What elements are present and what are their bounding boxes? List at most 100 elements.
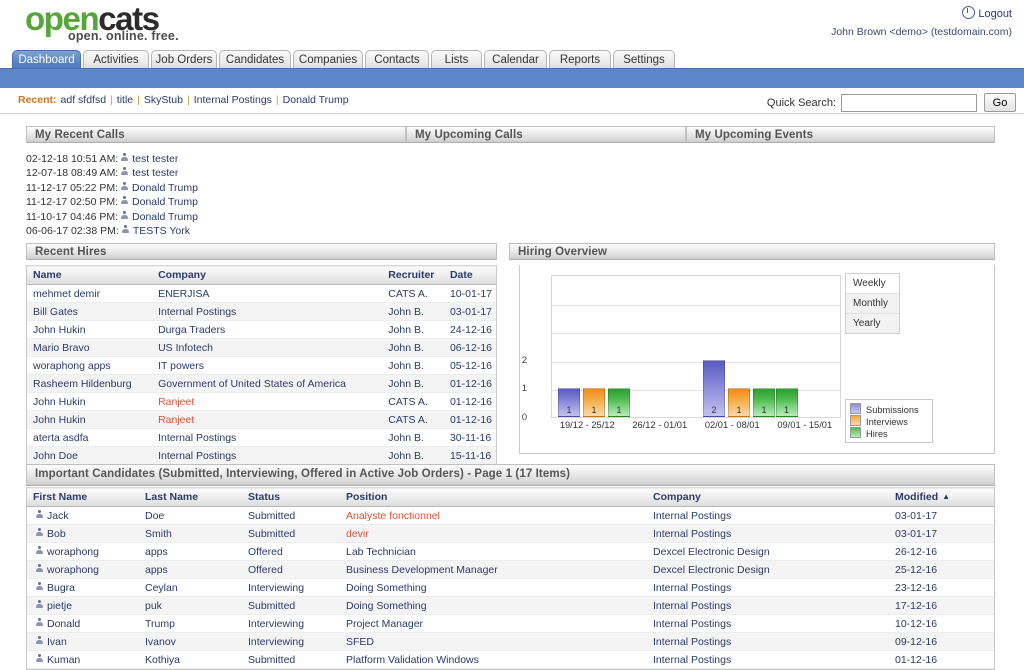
hire-company[interactable]: Internal Postings <box>152 429 382 447</box>
candidate-last-name[interactable]: puk <box>139 597 242 615</box>
hire-company[interactable]: ENERJISA <box>152 285 382 303</box>
hire-company-link[interactable]: Internal Postings <box>158 432 236 444</box>
hire-company-link[interactable]: US Infotech <box>158 342 213 354</box>
call-contact-link[interactable]: TESTS York <box>133 225 190 237</box>
tab-companies[interactable]: Companies <box>293 50 363 69</box>
candidate-first-name[interactable]: pietje <box>27 597 139 615</box>
candidate-company-link[interactable]: Internal Postings <box>653 510 731 522</box>
hire-company[interactable]: Government of United States of America <box>152 375 382 393</box>
tab-job-orders[interactable]: Job Orders <box>151 50 217 69</box>
candidate-position[interactable]: devir <box>340 525 647 543</box>
column-header-first-name[interactable]: First Name <box>27 488 139 507</box>
candidate-position[interactable]: Project Manager <box>340 615 647 633</box>
candidate-company-link[interactable]: Internal Postings <box>653 582 731 594</box>
candidate-last-name-link[interactable]: Trump <box>145 618 175 630</box>
hire-name[interactable]: John Doe <box>27 447 152 465</box>
period-yearly[interactable]: Yearly <box>846 314 899 333</box>
table-row[interactable]: aterta asdfaInternal PostingsJohn B.30-1… <box>27 429 496 447</box>
candidate-last-name[interactable]: Doe <box>139 507 242 525</box>
hire-company-link[interactable]: Internal Postings <box>158 450 236 462</box>
table-row[interactable]: DonaldTrumpInterviewingProject ManagerIn… <box>27 615 994 633</box>
candidate-last-name-link[interactable]: apps <box>145 546 168 558</box>
hire-company-link[interactable]: Ranjeet <box>158 396 194 408</box>
hire-name[interactable]: aterta asdfa <box>27 429 152 447</box>
tab-reports[interactable]: Reports <box>549 50 611 69</box>
candidate-company[interactable]: Internal Postings <box>647 615 889 633</box>
candidate-first-name-link[interactable]: Kuman <box>47 654 80 666</box>
column-header-recruiter[interactable]: Recruiter <box>382 266 444 285</box>
hire-name-link[interactable]: woraphong apps <box>33 360 111 372</box>
call-contact-link[interactable]: Donald Trump <box>132 182 198 194</box>
table-row[interactable]: Mario BravoUS InfotechJohn B.06-12-16 <box>27 339 496 357</box>
candidate-last-name-link[interactable]: Ceylan <box>145 582 178 594</box>
hire-name[interactable]: Rasheem Hildenburg <box>27 375 152 393</box>
candidate-position[interactable]: SFED <box>340 633 647 651</box>
candidate-first-name[interactable]: Jack <box>27 507 139 525</box>
hire-name-link[interactable]: John Hukin <box>33 414 86 426</box>
hire-company[interactable]: Internal Postings <box>152 303 382 321</box>
hire-name[interactable]: mehmet demir <box>27 285 152 303</box>
table-row[interactable]: Bill GatesInternal PostingsJohn B.03-01-… <box>27 303 496 321</box>
candidate-company-link[interactable]: Internal Postings <box>653 636 731 648</box>
recent-link[interactable]: title <box>117 94 133 106</box>
candidate-last-name[interactable]: apps <box>139 561 242 579</box>
recent-link[interactable]: adf sfdfsd <box>61 94 107 106</box>
hire-company[interactable]: Internal Postings <box>152 447 382 465</box>
column-header-status[interactable]: Status <box>242 488 340 507</box>
hire-name-link[interactable]: John Hukin <box>33 324 86 336</box>
candidate-last-name[interactable]: Smith <box>139 525 242 543</box>
hire-company-link[interactable]: ENERJISA <box>158 288 209 300</box>
hire-company[interactable]: Ranjeet <box>152 411 382 429</box>
candidate-last-name[interactable]: Ivanov <box>139 633 242 651</box>
candidate-position-link[interactable]: Lab Technician <box>346 546 416 558</box>
logout-label[interactable]: Logout <box>978 8 1012 20</box>
candidate-last-name-link[interactable]: Kothiya <box>145 654 180 666</box>
candidate-first-name-link[interactable]: Donald <box>47 618 80 630</box>
candidate-company-link[interactable]: Internal Postings <box>653 528 731 540</box>
hire-name-link[interactable]: John Doe <box>33 450 78 462</box>
candidate-position-link[interactable]: Platform Validation Windows <box>346 654 479 666</box>
hire-name-link[interactable]: mehmet demir <box>33 288 100 300</box>
candidate-last-name-link[interactable]: Ivanov <box>145 636 176 648</box>
candidate-company[interactable]: Internal Postings <box>647 633 889 651</box>
logout-link[interactable]: Logout <box>962 6 1012 20</box>
candidate-first-name[interactable]: Ivan <box>27 633 139 651</box>
recent-link[interactable]: SkyStub <box>144 94 183 106</box>
candidate-first-name[interactable]: Bob <box>27 525 139 543</box>
table-row[interactable]: woraphongappsOfferedBusiness Development… <box>27 561 994 579</box>
candidate-position-link[interactable]: devir <box>346 528 369 540</box>
candidate-first-name[interactable]: woraphong <box>27 543 139 561</box>
column-header-last-name[interactable]: Last Name <box>139 488 242 507</box>
candidate-last-name[interactable]: Ceylan <box>139 579 242 597</box>
call-contact-link[interactable]: Donald Trump <box>132 196 198 208</box>
candidate-position[interactable]: Business Development Manager <box>340 561 647 579</box>
candidate-company-link[interactable]: Internal Postings <box>653 600 731 612</box>
candidate-company[interactable]: Internal Postings <box>647 579 889 597</box>
table-row[interactable]: mehmet demirENERJISACATS A.10-01-17 <box>27 285 496 303</box>
chart-period-selector[interactable]: WeeklyMonthlyYearly <box>845 273 900 334</box>
hire-company[interactable]: IT powers <box>152 357 382 375</box>
hire-name[interactable]: John Hukin <box>27 411 152 429</box>
hire-company-link[interactable]: Ranjeet <box>158 414 194 426</box>
table-row[interactable]: BugraCeylanInterviewingDoing SomethingIn… <box>27 579 994 597</box>
hire-name[interactable]: Bill Gates <box>27 303 152 321</box>
tab-contacts[interactable]: Contacts <box>365 50 429 69</box>
hire-name-link[interactable]: aterta asdfa <box>33 432 88 444</box>
candidate-position[interactable]: Analyste fonctionnel <box>340 507 647 525</box>
candidate-company-link[interactable]: Dexcel Electronic Design <box>653 564 770 576</box>
column-header-company[interactable]: Company <box>152 266 382 285</box>
hire-company[interactable]: US Infotech <box>152 339 382 357</box>
candidate-first-name[interactable]: Donald <box>27 615 139 633</box>
table-row[interactable]: John DoeInternal PostingsJohn B.15-11-16 <box>27 447 496 465</box>
candidate-position-link[interactable]: Analyste fonctionnel <box>346 510 440 522</box>
column-header-company[interactable]: Company <box>647 488 889 507</box>
candidate-position[interactable]: Doing Something <box>340 579 647 597</box>
hire-company[interactable]: Durga Traders <box>152 321 382 339</box>
search-input[interactable] <box>841 94 977 112</box>
hire-name-link[interactable]: Mario Bravo <box>33 342 90 354</box>
candidate-last-name-link[interactable]: apps <box>145 564 168 576</box>
hire-company-link[interactable]: Durga Traders <box>158 324 225 336</box>
tab-dashboard[interactable]: Dashboard <box>12 50 81 69</box>
table-row[interactable]: Rasheem HildenburgGovernment of United S… <box>27 375 496 393</box>
hire-name-link[interactable]: Bill Gates <box>33 306 78 318</box>
